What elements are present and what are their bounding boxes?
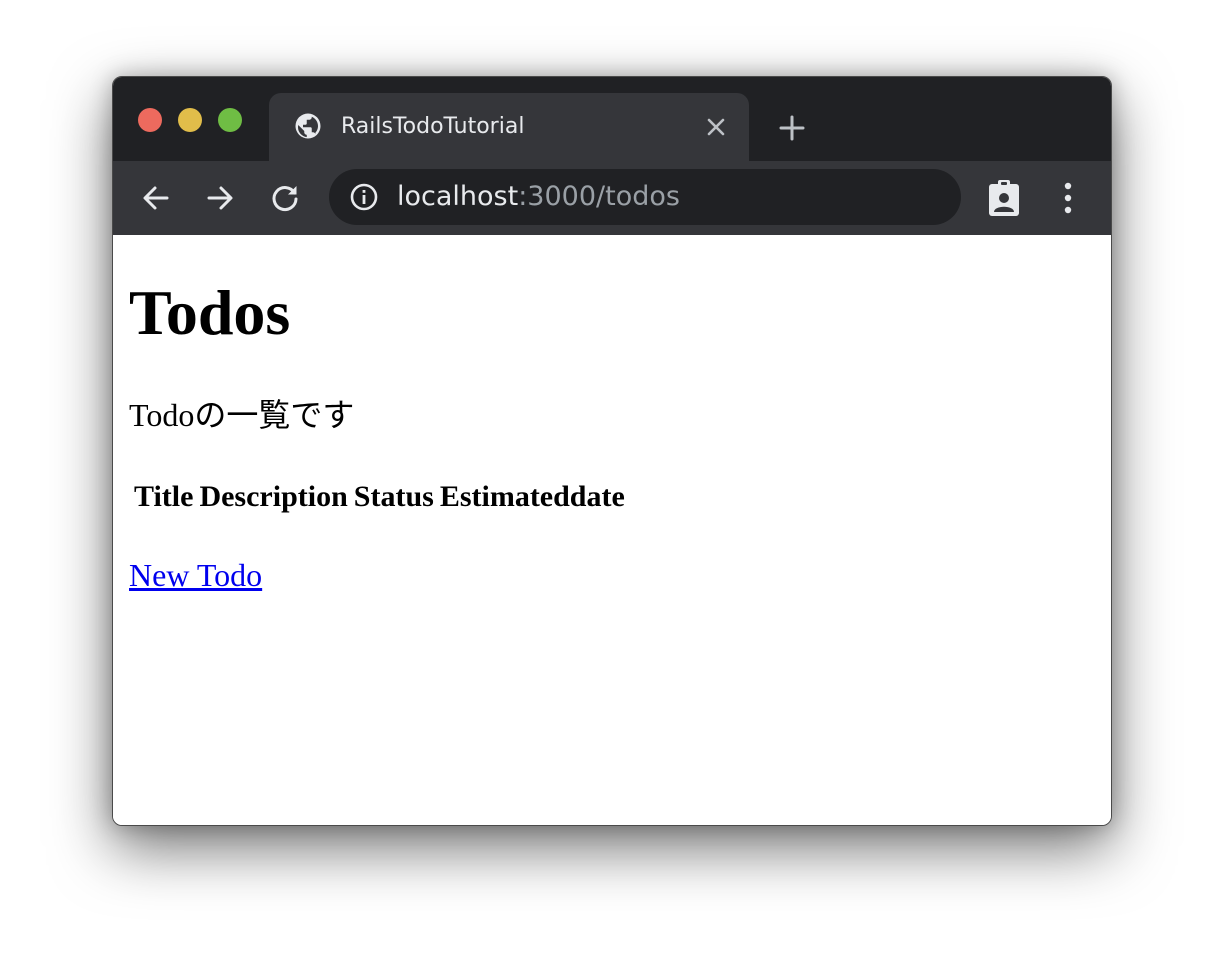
page-title: Todos: [129, 277, 291, 348]
window-close-button[interactable]: [138, 108, 162, 132]
url-host: localhost: [397, 181, 519, 212]
browser-tab-active[interactable]: RailsTodoTutorial: [269, 93, 749, 161]
window-maximize-button[interactable]: [218, 108, 242, 132]
url-path: :3000/todos: [518, 181, 680, 212]
info-icon[interactable]: [349, 182, 379, 212]
page-description: Todoの一覧です: [129, 397, 355, 433]
column-header-description: Description: [199, 480, 348, 513]
column-header-status: Status: [353, 480, 434, 513]
browser-toolbar: localhost:3000/todos: [113, 161, 1111, 235]
column-header-title: Title: [134, 480, 194, 513]
todos-table: Title Description Status Estimateddate: [129, 475, 630, 519]
page-content: Todos Todoの一覧です Title Description Status…: [113, 235, 1111, 825]
table-header-row: Title Description Status Estimateddate: [133, 479, 626, 515]
forward-arrow-icon[interactable]: [204, 182, 236, 214]
window-minimize-button[interactable]: [178, 108, 202, 132]
tab-strip: RailsTodoTutorial: [113, 77, 1111, 161]
address-bar[interactable]: localhost:3000/todos: [329, 169, 961, 225]
more-vert-icon[interactable]: [1053, 181, 1083, 215]
tab-title: RailsTodoTutorial: [341, 114, 525, 139]
globe-icon: [295, 113, 321, 139]
reload-icon[interactable]: [269, 182, 301, 214]
clipboard-badge-icon[interactable]: [986, 178, 1022, 218]
url-text[interactable]: localhost:3000/todos: [397, 169, 680, 225]
browser-window: RailsTodoTutorial localhost:3000/todos T…: [112, 76, 1112, 826]
close-icon[interactable]: [705, 116, 727, 138]
new-tab-plus-icon[interactable]: [777, 113, 807, 143]
column-header-estimateddate: Estimateddate: [439, 480, 625, 513]
new-todo-link[interactable]: New Todo: [129, 555, 262, 595]
back-arrow-icon[interactable]: [140, 182, 172, 214]
